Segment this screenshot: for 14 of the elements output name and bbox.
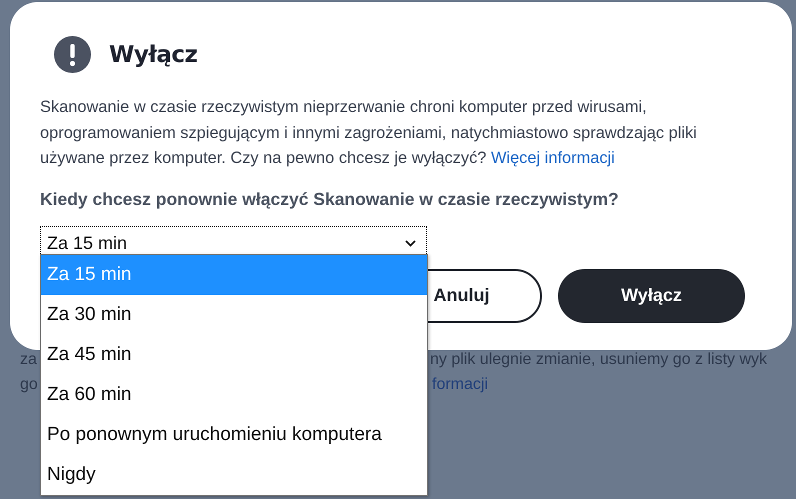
dropdown-option[interactable]: Za 60 min	[41, 375, 427, 415]
background-text: ny plik ulegnie zmianie, usuniemy go z listy wyk	[430, 351, 768, 369]
turn-off-button[interactable]: Wyłącz	[558, 268, 745, 322]
chevron-icon	[405, 240, 416, 247]
dropdown-option[interactable]: Po ponownym uruchomieniu komputera	[41, 415, 427, 455]
dialog-title: Wyłącz	[109, 42, 198, 68]
question-label: Kiedy chcesz ponownie włączyć Skanowanie w czasie rzeczywistym?	[40, 188, 620, 210]
link[interactable]: Więcej informacji	[490, 149, 615, 167]
dialog-message: Skanowanie w czasie rzeczywistym nieprzerwanie chroni komputer przed wirusami, oprogramowaniem szpiegującym i innymi zagrożeniami, natychmiastowo sprawdzając pliki używane przez komputer. Czy na pewno chcesz je wyłączyć? Więcej informacji	[40, 97, 698, 169]
dropdown-option[interactable]: Za 45 min	[41, 335, 427, 375]
dropdown-option[interactable]: Nigdy	[41, 455, 427, 495]
background-text: za	[20, 351, 37, 369]
warning-icon	[54, 36, 91, 73]
background-text: go	[20, 376, 38, 394]
